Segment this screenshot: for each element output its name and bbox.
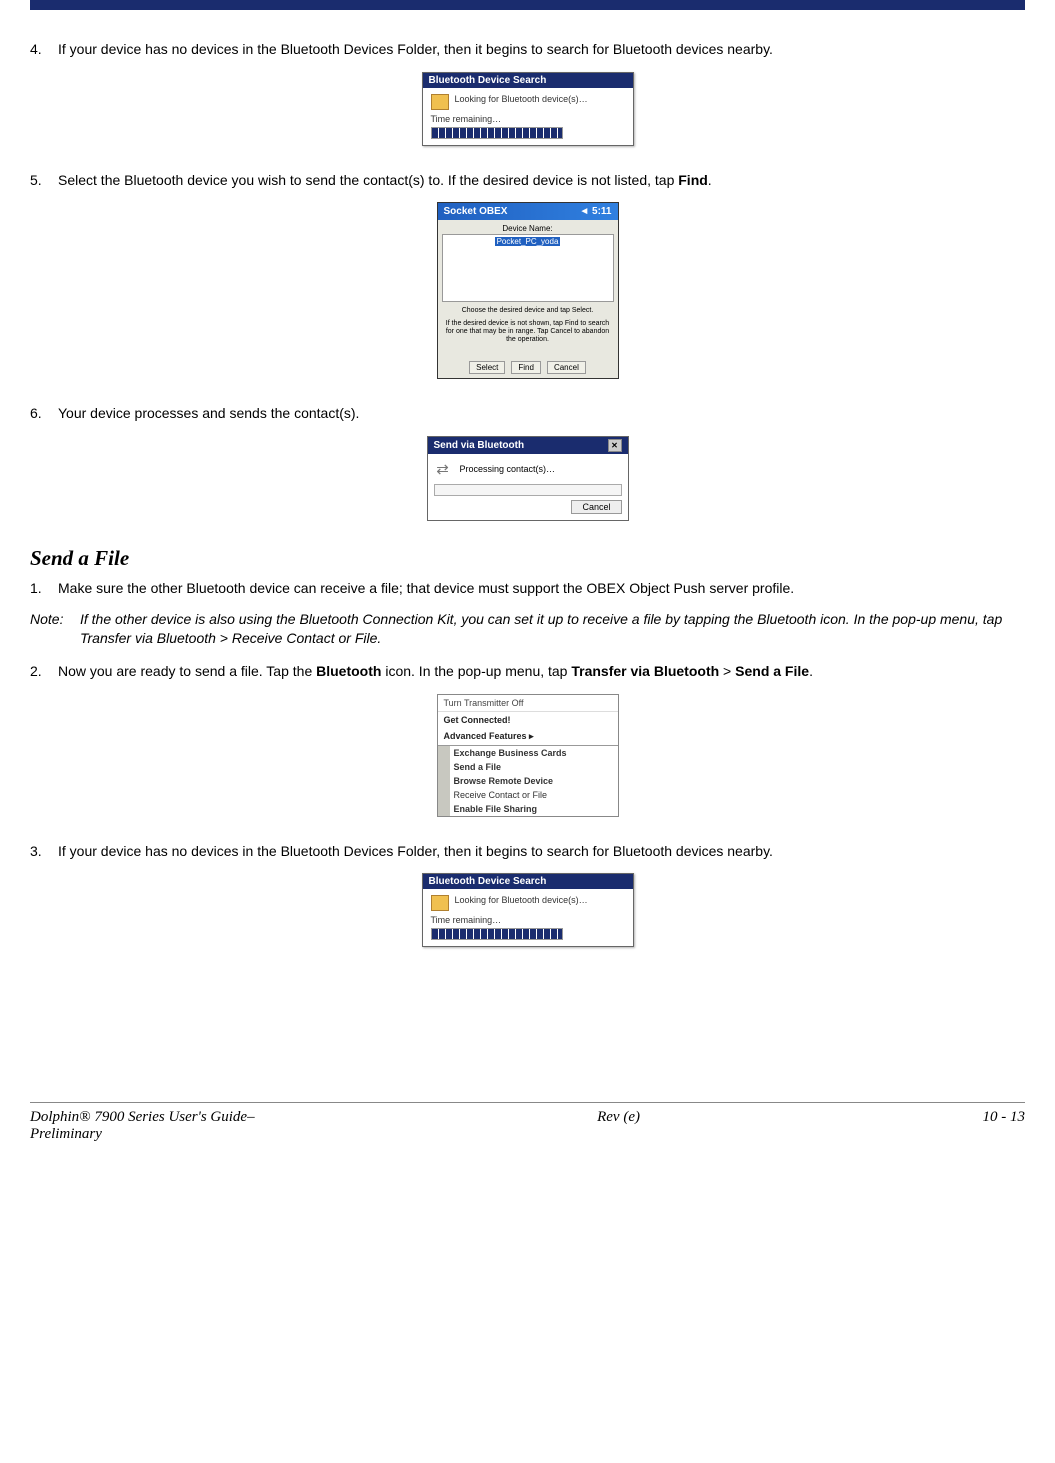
step-text: Your device processes and sends the cont…: [58, 404, 1025, 424]
step-b3: 3. If your device has no devices in the …: [30, 842, 1025, 862]
progress-bar: [431, 127, 563, 139]
step-b1: 1. Make sure the other Bluetooth device …: [30, 579, 1025, 599]
page-content: 4. If your device has no devices in the …: [0, 10, 1055, 1102]
dialog-titlebar: Bluetooth Device Search: [423, 874, 633, 889]
search-icon: [431, 94, 449, 110]
footer-left: Dolphin® 7900 Series User's Guide– Preli…: [30, 1109, 255, 1143]
dialog-row: Looking for Bluetooth device(s)…: [431, 895, 625, 911]
menu-item-exchange-cards[interactable]: Exchange Business Cards: [438, 746, 618, 760]
menu-item-turn-off[interactable]: Turn Transmitter Off: [438, 695, 618, 712]
menu-item-browse-remote[interactable]: Browse Remote Device: [438, 774, 618, 788]
section-heading: Send a File: [30, 546, 1025, 571]
step-text: Make sure the other Bluetooth device can…: [58, 579, 1025, 599]
page-footer: Dolphin® 7900 Series User's Guide– Preli…: [0, 1103, 1055, 1163]
dialog-bt-search: Bluetooth Device Search Looking for Blue…: [422, 72, 634, 146]
pocketpc-header: Socket OBEX ◄ 5:11: [438, 203, 618, 220]
dialog-body: Looking for Bluetooth device(s)… Time re…: [423, 889, 633, 946]
listbox-label: Device Name:: [442, 224, 614, 233]
step-b2: 2. Now you are ready to send a file. Tap…: [30, 662, 1025, 682]
dialog-message: Looking for Bluetooth device(s)…: [455, 94, 588, 104]
cancel-button[interactable]: Cancel: [547, 361, 586, 374]
step-number: 3.: [30, 842, 58, 862]
figure-send-via-bt: Send via Bluetooth ✕ ⇄ Processing contac…: [30, 436, 1025, 521]
dialog-status: Time remaining…: [431, 915, 625, 925]
progress-bar: [431, 928, 563, 940]
menu-item-send-file[interactable]: Send a File: [438, 760, 618, 774]
menu-item-enable-sharing[interactable]: Enable File Sharing: [438, 802, 618, 816]
footer-right: 10 - 13: [983, 1109, 1026, 1126]
button-row: Select Find Cancel: [442, 355, 614, 374]
dialog-titlebar: Bluetooth Device Search: [423, 73, 633, 88]
step-number: 4.: [30, 40, 58, 60]
menu-item-get-connected[interactable]: Get Connected!: [438, 712, 618, 728]
step-number: 2.: [30, 662, 58, 682]
step-6: 6. Your device processes and sends the c…: [30, 404, 1025, 424]
dialog-row: Looking for Bluetooth device(s)…: [431, 94, 625, 110]
step-text: Now you are ready to send a file. Tap th…: [58, 662, 1025, 682]
step-text: If your device has no devices in the Blu…: [58, 842, 1025, 862]
step-number: 6.: [30, 404, 58, 424]
search-icon: [431, 895, 449, 911]
dialog-message: Looking for Bluetooth device(s)…: [455, 895, 588, 905]
step-number: 1.: [30, 579, 58, 599]
step-text: If your device has no devices in the Blu…: [58, 40, 1025, 60]
transfer-icon: ⇄: [434, 460, 452, 478]
note-text: If the other device is also using the Bl…: [80, 610, 1025, 648]
cancel-button[interactable]: Cancel: [571, 500, 621, 514]
figure-bt-search-2: Bluetooth Device Search Looking for Blue…: [30, 873, 1025, 947]
clock-indicator: ◄ 5:11: [579, 206, 611, 217]
find-button[interactable]: Find: [511, 361, 541, 374]
footer-center: Rev (e): [255, 1109, 983, 1126]
dialog-message: Processing contact(s)…: [460, 464, 556, 474]
step-5: 5. Select the Bluetooth device you wish …: [30, 171, 1025, 191]
note-block: Note: If the other device is also using …: [30, 610, 1025, 648]
device-listbox[interactable]: Pocket_PC_yoda: [442, 234, 614, 302]
menu-item-receive[interactable]: Receive Contact or File: [438, 788, 618, 802]
pocketpc-screen: Socket OBEX ◄ 5:11 Device Name: Pocket_P…: [437, 202, 619, 379]
app-title: Socket OBEX: [444, 206, 508, 217]
dialog-titlebar: Send via Bluetooth ✕: [428, 437, 628, 454]
dialog-status: Time remaining…: [431, 114, 625, 124]
header-bar: [30, 0, 1025, 10]
dialog-body: Looking for Bluetooth device(s)… Time re…: [423, 88, 633, 145]
dialog-title: Send via Bluetooth: [434, 440, 525, 451]
submenu: Exchange Business Cards Send a File Brow…: [438, 745, 618, 816]
dialog-title: Bluetooth Device Search: [429, 876, 547, 887]
close-icon[interactable]: ✕: [608, 439, 622, 452]
figure-device-select: Socket OBEX ◄ 5:11 Device Name: Pocket_P…: [30, 202, 1025, 379]
dialog-row: ⇄ Processing contact(s)…: [434, 460, 622, 478]
popup-menu: Turn Transmitter Off Get Connected! Adva…: [437, 694, 619, 817]
note-label: Note:: [30, 610, 80, 648]
step-4: 4. If your device has no devices in the …: [30, 40, 1025, 60]
hint-text-2: If the desired device is not shown, tap …: [442, 320, 614, 345]
step-text: Select the Bluetooth device you wish to …: [58, 171, 1025, 191]
dialog-send-bt: Send via Bluetooth ✕ ⇄ Processing contac…: [427, 436, 629, 521]
progress-bar: [434, 484, 622, 496]
hint-text-1: Choose the desired device and tap Select…: [442, 307, 614, 315]
dialog-title: Bluetooth Device Search: [429, 75, 547, 86]
menu-item-advanced[interactable]: Advanced Features ▸: [438, 728, 618, 745]
dialog-body: ⇄ Processing contact(s)… Cancel: [428, 454, 628, 520]
step-number: 5.: [30, 171, 58, 191]
selected-device[interactable]: Pocket_PC_yoda: [495, 237, 561, 246]
figure-bt-search-1: Bluetooth Device Search Looking for Blue…: [30, 72, 1025, 146]
figure-bt-menu: Turn Transmitter Off Get Connected! Adva…: [30, 694, 1025, 817]
button-row: Cancel: [434, 500, 622, 514]
pocketpc-body: Device Name: Pocket_PC_yoda Choose the d…: [438, 220, 618, 378]
dialog-bt-search: Bluetooth Device Search Looking for Blue…: [422, 873, 634, 947]
select-button[interactable]: Select: [469, 361, 505, 374]
